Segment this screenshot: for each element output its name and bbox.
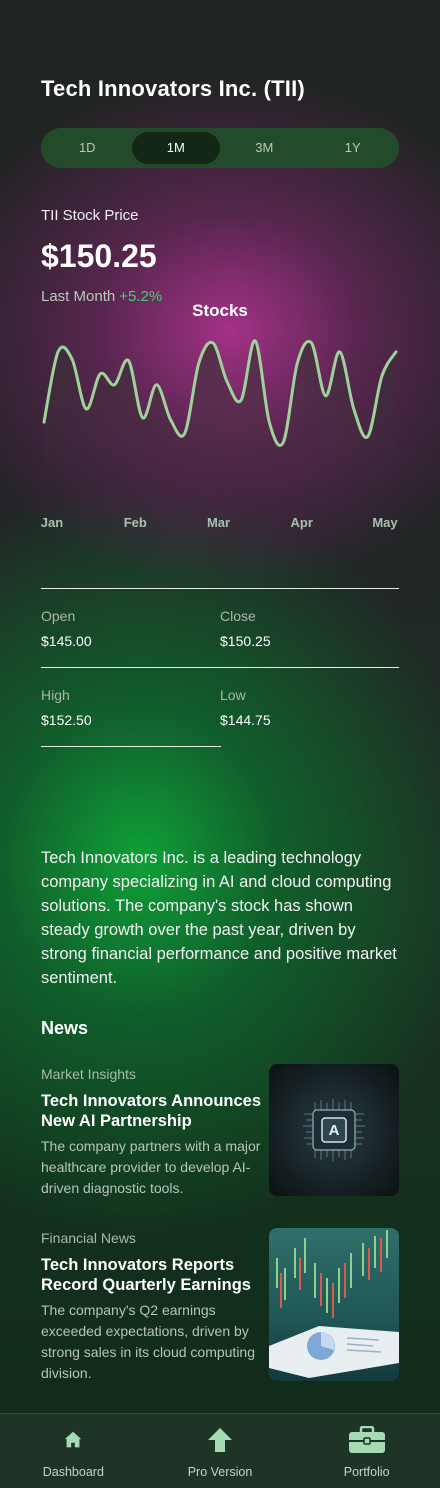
stock-line-chart: Jan Feb Mar Apr May [41, 339, 398, 530]
nav-pro-version[interactable]: Pro Version [147, 1414, 294, 1488]
x-tick-label: Mar [207, 515, 230, 530]
news-summary: The company partners with a major health… [41, 1138, 261, 1196]
news-heading: News [41, 1018, 89, 1038]
news-title[interactable]: Tech Innovators Announces New AI Partner… [41, 1091, 266, 1131]
x-tick-label: May [372, 515, 398, 530]
stock-price-value: $150.25 [41, 238, 157, 274]
company-description: Tech Innovators Inc. is a leading techno… [41, 849, 397, 987]
stock-price-label: TII Stock Price [41, 207, 139, 224]
stats-row: High $152.50 Low $144.75 [41, 668, 399, 746]
tab-1y[interactable]: 1Y [309, 132, 398, 164]
news-summary: The company's Q2 earnings exceeded expec… [41, 1302, 255, 1381]
ai-chip-image: A [269, 1064, 399, 1196]
news-card[interactable]: Market Insights Tech Innovators Announce… [41, 1064, 399, 1199]
low-value: $144.75 [220, 712, 271, 728]
home-icon [62, 1426, 84, 1454]
news-title[interactable]: Tech Innovators Reports Record Quarterly… [41, 1255, 266, 1295]
stats-table: Open $145.00 Close $150.25 High $152.50 … [41, 588, 399, 747]
page-title: Tech Innovators Inc. (TII) [41, 76, 305, 101]
news-card[interactable]: Financial News Tech Innovators Reports R… [41, 1228, 399, 1384]
divider [41, 746, 221, 747]
tab-3m[interactable]: 3M [220, 132, 309, 164]
briefcase-icon [348, 1426, 386, 1454]
close-label: Close [220, 608, 256, 624]
chart-title: Stocks [192, 301, 248, 320]
high-label: High [41, 687, 70, 703]
chip-letter: A [329, 1122, 340, 1139]
low-label: Low [220, 687, 246, 703]
nav-label: Pro Version [187, 1465, 253, 1479]
tab-1m[interactable]: 1M [131, 132, 220, 164]
nav-portfolio[interactable]: Portfolio [293, 1414, 440, 1488]
time-range-selector: 1D 1M 3M 1Y [41, 128, 399, 168]
bottom-navigation: Dashboard Pro Version Portfolio [0, 1413, 440, 1488]
stats-row: Open $145.00 Close $150.25 [41, 589, 399, 667]
high-value: $152.50 [41, 712, 92, 728]
close-value: $150.25 [220, 633, 271, 649]
earnings-chart-image [269, 1228, 399, 1381]
x-tick-label: Feb [124, 515, 147, 530]
x-tick-label: Jan [41, 515, 63, 530]
open-label: Open [41, 608, 76, 624]
arrow-up-icon [206, 1426, 234, 1454]
tab-1d[interactable]: 1D [43, 132, 132, 164]
open-value: $145.00 [41, 633, 92, 649]
nav-label: Dashboard [42, 1465, 104, 1479]
x-tick-label: Apr [291, 515, 313, 530]
nav-label: Portfolio [343, 1465, 390, 1479]
nav-dashboard[interactable]: Dashboard [0, 1414, 147, 1488]
